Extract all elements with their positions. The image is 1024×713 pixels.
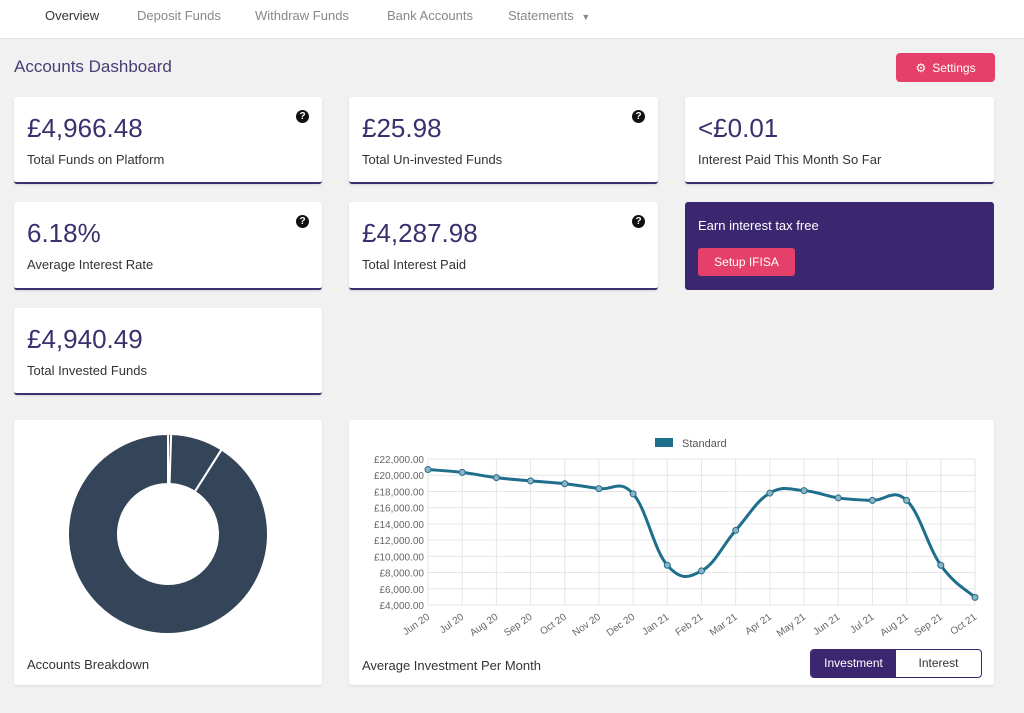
card-value: £4,940.49	[27, 324, 143, 354]
help-icon[interactable]: ?	[296, 215, 309, 228]
x-tick-label: Oct 21	[949, 611, 980, 637]
y-tick-label: £10,000.00	[374, 552, 424, 563]
x-tick-label: Jan 21	[640, 611, 671, 637]
donut-slice[interactable]	[67, 432, 269, 635]
card-total-interest: £4,287.98 Total Interest Paid?	[349, 202, 658, 290]
settings-label: Settings	[932, 60, 976, 75]
card-uninvested-funds: £25.98 Total Un-invested Funds?	[349, 97, 658, 184]
y-tick-label: £22,000.00	[374, 455, 424, 466]
nav-withdraw-funds[interactable]: Withdraw Funds	[255, 8, 349, 23]
donut-title: Accounts Breakdown	[27, 657, 150, 672]
nav-overview[interactable]: Overview	[45, 8, 99, 23]
nav-statements[interactable]: Statements ▼	[508, 8, 590, 23]
data-point[interactable]	[903, 496, 911, 504]
y-tick-label: £4,000.00	[380, 601, 425, 612]
data-point[interactable]	[458, 468, 466, 476]
x-tick-label: Sep 21	[913, 611, 946, 638]
x-tick-label: May 21	[775, 611, 809, 639]
toggle-interest[interactable]: Interest	[896, 650, 981, 677]
settings-button[interactable]: ⚙ Settings	[896, 53, 995, 82]
x-tick-label: Nov 20	[571, 611, 604, 638]
x-tick-label: Feb 21	[674, 611, 706, 638]
line-chart-title: Average Investment Per Month	[362, 658, 541, 673]
card-label: Total Interest Paid	[362, 257, 467, 272]
card-total-funds: £4,966.48 Total Funds on Platform?	[14, 97, 322, 184]
card-value: £4,287.98	[362, 218, 478, 248]
x-tick-label: Dec 20	[605, 611, 638, 638]
toggle-investment[interactable]: Investment	[811, 650, 896, 677]
nav-deposit-funds[interactable]: Deposit Funds	[137, 8, 221, 23]
caret-down-icon: ▼	[581, 12, 591, 22]
data-point[interactable]	[868, 496, 876, 504]
x-tick-label: Jun 20	[401, 611, 432, 637]
help-icon[interactable]: ?	[632, 215, 645, 228]
card-invested-funds: £4,940.49 Total Invested Funds	[14, 308, 322, 395]
data-point[interactable]	[663, 561, 671, 569]
x-tick-label: Jun 21	[811, 611, 842, 637]
card-average-interest: 6.18% Average Interest Rate?	[14, 202, 322, 290]
accounts-breakdown-panel: Accounts Breakdown	[14, 420, 322, 685]
data-point[interactable]	[971, 593, 979, 601]
data-point[interactable]	[492, 474, 500, 482]
y-tick-label: £14,000.00	[374, 520, 424, 531]
card-label: Total Funds on Platform	[27, 152, 165, 167]
data-point[interactable]	[561, 480, 569, 488]
data-point[interactable]	[732, 526, 740, 534]
y-tick-label: £16,000.00	[374, 504, 424, 515]
card-value: 6.18%	[27, 218, 101, 248]
card-label: Interest Paid This Month So Far	[698, 152, 882, 167]
y-tick-label: £6,000.00	[380, 585, 425, 596]
y-tick-label: £20,000.00	[374, 471, 424, 482]
promo-text: Earn interest tax free	[698, 218, 819, 233]
card-interest-this-month: <£0.01 Interest Paid This Month So Far	[685, 97, 994, 184]
data-point[interactable]	[595, 485, 603, 493]
line-chart: Standard £4,000.00 £6,000.00 £8,000.00 £10,…	[374, 438, 980, 640]
gear-icon: ⚙	[915, 60, 927, 75]
data-point[interactable]	[937, 561, 945, 569]
donut-chart	[67, 432, 269, 635]
x-tick-label: Oct 20	[538, 611, 569, 637]
ifisa-promo: Earn interest tax free Setup IFISA	[685, 202, 994, 290]
data-point[interactable]	[424, 466, 432, 474]
help-icon[interactable]: ?	[632, 110, 645, 123]
x-tick-label: Aug 21	[878, 611, 911, 638]
legend-label: Standard	[682, 438, 727, 450]
x-tick-label: Mar 21	[708, 611, 740, 638]
data-point[interactable]	[766, 489, 774, 497]
card-value: <£0.01	[698, 113, 779, 143]
legend-swatch	[655, 438, 673, 447]
card-label: Average Interest Rate	[27, 257, 154, 272]
data-point[interactable]	[527, 477, 535, 485]
card-value: £25.98	[362, 113, 442, 143]
card-value: £4,966.48	[27, 113, 143, 143]
help-icon[interactable]: ?	[296, 110, 309, 123]
y-tick-label: £12,000.00	[374, 536, 424, 547]
card-label: Total Invested Funds	[27, 363, 147, 378]
x-tick-label: Jul 20	[438, 611, 467, 636]
x-tick-label: Sep 20	[502, 611, 535, 638]
top-nav: Overview Deposit Funds Withdraw Funds Ba…	[0, 0, 1024, 39]
x-tick-label: Aug 20	[468, 611, 501, 638]
data-point[interactable]	[698, 567, 705, 575]
data-point[interactable]	[629, 490, 637, 498]
nav-bank-accounts[interactable]: Bank Accounts	[387, 8, 473, 23]
data-point[interactable]	[834, 494, 842, 502]
page-title: Accounts Dashboard	[14, 57, 172, 76]
chart-toggle: Investment Interest	[810, 649, 982, 678]
card-label: Total Un-invested Funds	[362, 152, 503, 167]
y-tick-label: £8,000.00	[380, 569, 425, 580]
investment-chart-panel: Standard £4,000.00 £6,000.00 £8,000.00 £10,…	[349, 420, 994, 685]
x-tick-label: Apr 21	[743, 611, 774, 637]
nav-statements-label: Statements	[508, 8, 574, 23]
data-point[interactable]	[800, 487, 808, 495]
setup-ifisa-button[interactable]: Setup IFISA	[698, 248, 795, 276]
x-tick-label: Jul 21	[848, 611, 877, 636]
y-tick-label: £18,000.00	[374, 487, 424, 498]
